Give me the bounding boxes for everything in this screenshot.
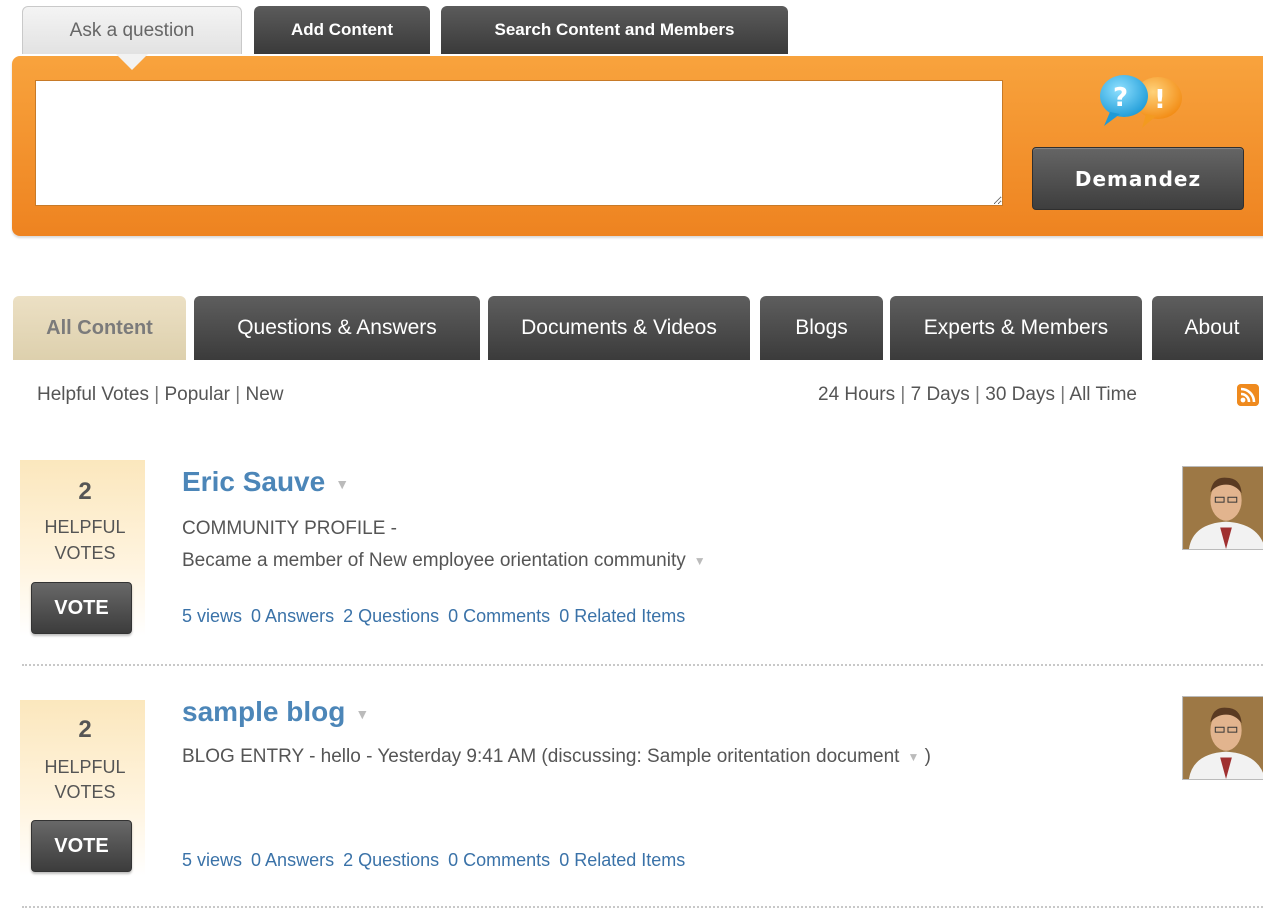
time-filter: 24 Hours | 7 Days | 30 Days | All Time <box>818 384 1137 405</box>
vote-label-helpful: HELPFUL <box>44 517 126 537</box>
sort-new[interactable]: New <box>245 384 283 405</box>
tab-documents-videos[interactable]: Documents & Videos <box>488 296 750 360</box>
questions-link[interactable]: 2 Questions <box>343 850 439 870</box>
tab-experts-members[interactable]: Experts & Members <box>890 296 1142 360</box>
vote-count: 2 <box>78 716 92 743</box>
sort-options: Helpful Votes | Popular | New <box>37 384 284 405</box>
avatar[interactable] <box>1182 466 1263 550</box>
tab-questions-answers[interactable]: Questions & Answers <box>194 296 480 360</box>
question-input[interactable] <box>35 80 1003 206</box>
vote-label-votes: VOTES <box>54 782 116 802</box>
tab-ask-question[interactable]: Ask a question <box>22 6 242 54</box>
vote-label-votes: VOTES <box>54 543 116 563</box>
item-type-suffix: ) <box>924 746 931 767</box>
sort-popular[interactable]: Popular <box>164 384 230 405</box>
divider <box>22 664 1263 666</box>
ask-panel: ! ? Demandez <box>12 56 1263 236</box>
item-type-line: COMMUNITY PROFILE - <box>182 518 397 539</box>
chevron-down-icon[interactable]: ▼ <box>355 706 369 722</box>
item-stats: 5 views 0 Answers 2 Questions 0 Comments 0 R… <box>182 606 694 627</box>
svg-text:!: ! <box>1154 85 1166 115</box>
question-exclamation-bubbles-icon: ! ? <box>1100 75 1182 128</box>
item-title-link[interactable]: Eric Sauve ▼ <box>182 466 349 498</box>
comments-link[interactable]: 0 Comments <box>448 606 550 626</box>
tab-about[interactable]: About <box>1152 296 1263 360</box>
avatar[interactable] <box>1182 696 1263 780</box>
filter-7-days[interactable]: 7 Days <box>911 384 970 405</box>
item-title-link[interactable]: sample blog ▼ <box>182 696 369 728</box>
tab-pointer <box>116 54 148 70</box>
chevron-down-icon[interactable]: ▼ <box>907 750 919 764</box>
tab-all-content[interactable]: All Content <box>13 296 186 360</box>
comments-link[interactable]: 0 Comments <box>448 850 550 870</box>
item-stats: 5 views 0 Answers 2 Questions 0 Comments 0 R… <box>182 850 694 871</box>
vote-button[interactable]: VOTE <box>31 582 132 634</box>
vote-label-helpful: HELPFUL <box>44 757 126 777</box>
vote-count: 2 <box>78 478 92 505</box>
views-link[interactable]: 5 views <box>182 606 242 626</box>
item-type-text: BLOG ENTRY - hello - Yesterday 9:41 AM (… <box>182 746 900 767</box>
related-items-link[interactable]: 0 Related Items <box>559 606 685 626</box>
item-description: Became a member of New employee orientat… <box>182 550 706 572</box>
item-description-text[interactable]: Became a member of New employee orientat… <box>182 550 686 571</box>
views-link[interactable]: 5 views <box>182 850 242 870</box>
svg-text:?: ? <box>1113 83 1128 113</box>
related-items-link[interactable]: 0 Related Items <box>559 850 685 870</box>
filter-all-time[interactable]: All Time <box>1069 384 1137 405</box>
answers-link[interactable]: 0 Answers <box>251 850 334 870</box>
item-type-line: BLOG ENTRY - hello - Yesterday 9:41 AM (… <box>182 746 931 768</box>
answers-link[interactable]: 0 Answers <box>251 606 334 626</box>
tab-add-content[interactable]: Add Content <box>254 6 430 54</box>
filter-24-hours[interactable]: 24 Hours <box>818 384 895 405</box>
tab-search-content[interactable]: Search Content and Members <box>441 6 788 54</box>
filter-30-days[interactable]: 30 Days <box>985 384 1055 405</box>
sort-helpful-votes[interactable]: Helpful Votes <box>37 384 149 405</box>
chevron-down-icon[interactable]: ▼ <box>694 554 706 568</box>
tab-blogs[interactable]: Blogs <box>760 296 883 360</box>
item-title-text[interactable]: sample blog <box>182 696 345 727</box>
ask-submit-button[interactable]: Demandez <box>1032 147 1244 210</box>
chevron-down-icon[interactable]: ▼ <box>335 476 349 492</box>
divider <box>22 906 1263 908</box>
questions-link[interactable]: 2 Questions <box>343 606 439 626</box>
vote-button[interactable]: VOTE <box>31 820 132 872</box>
item-title-text[interactable]: Eric Sauve <box>182 466 325 497</box>
rss-feed-icon[interactable] <box>1237 384 1259 406</box>
